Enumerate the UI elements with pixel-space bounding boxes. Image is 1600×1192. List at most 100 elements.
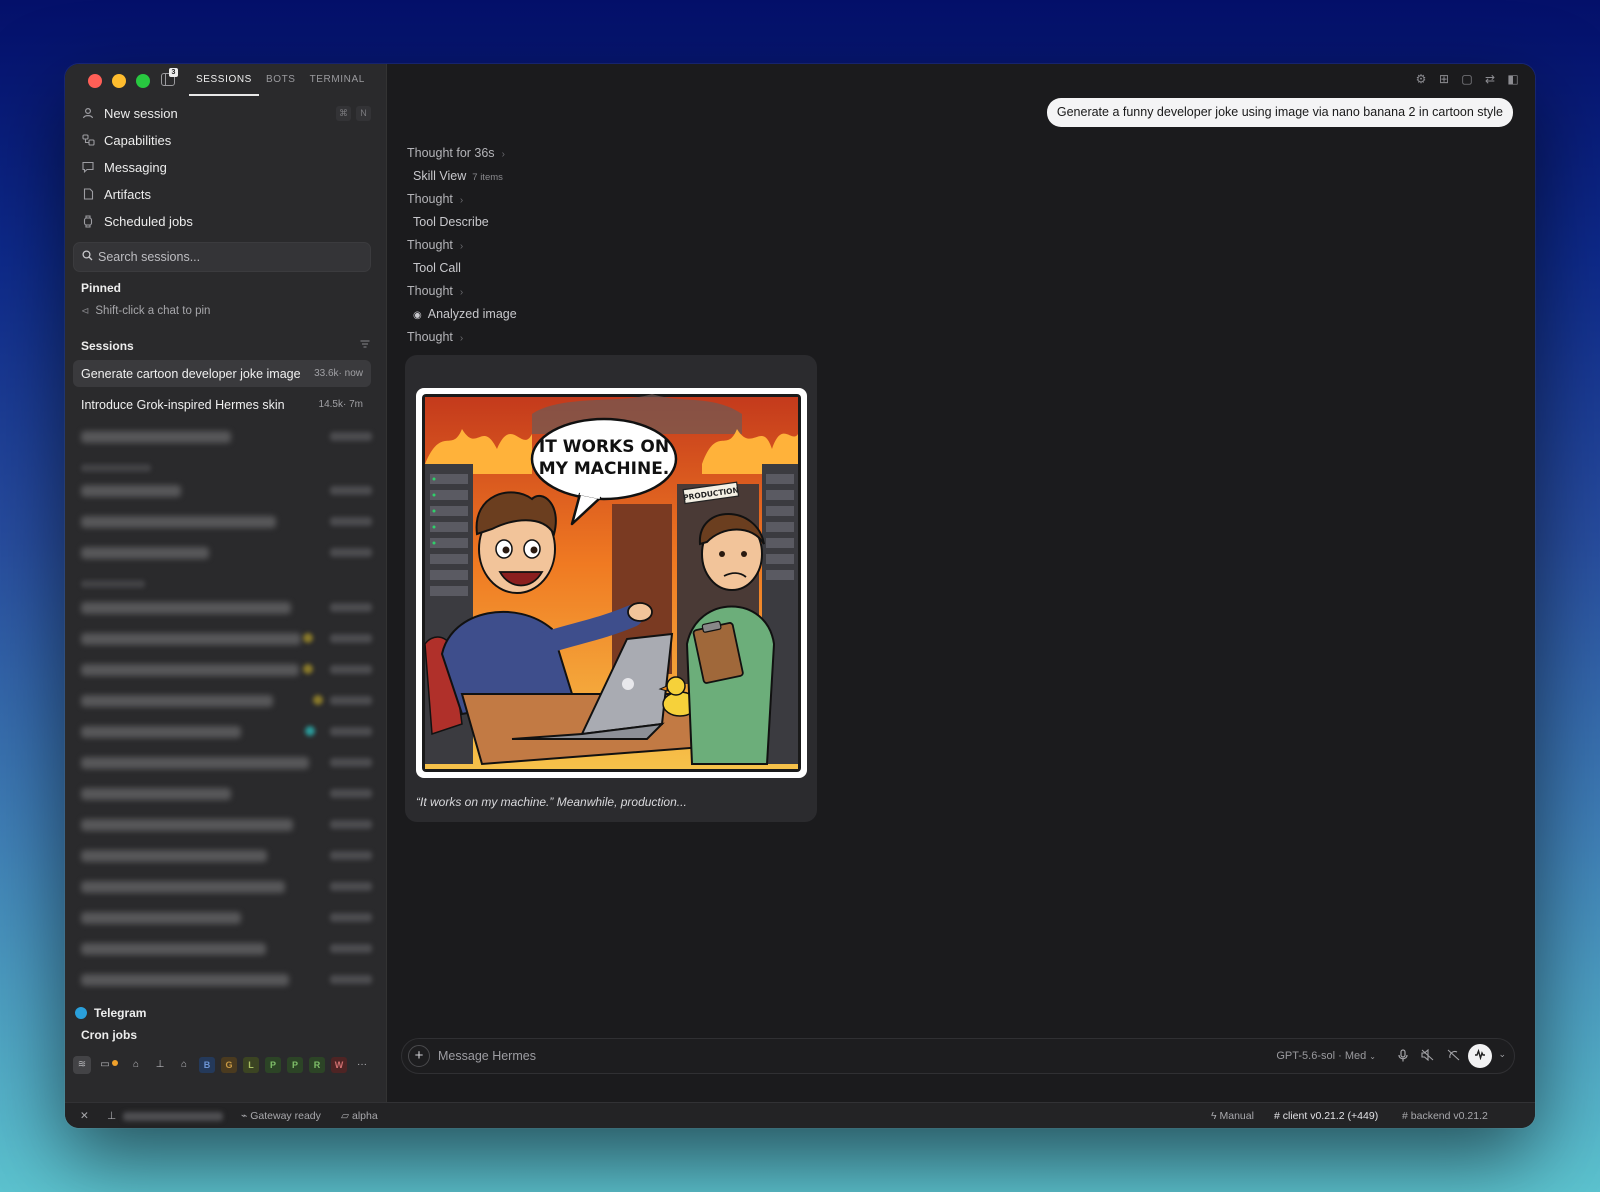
workspace-w[interactable]: W <box>331 1057 347 1073</box>
app-window: 3 SESSIONS BOTS TERMINAL New session ⌘ N <box>65 64 1535 1128</box>
minimize-window-button[interactable] <box>112 74 126 88</box>
send-button[interactable] <box>1468 1044 1492 1068</box>
speech-line-1: IT WORKS ON <box>539 437 669 457</box>
sidebar-item-capabilities[interactable]: Capabilities <box>73 127 379 154</box>
redacted-session[interactable] <box>81 485 181 497</box>
thought-toggle[interactable]: Thought › <box>407 238 463 252</box>
redacted-session[interactable] <box>81 726 241 738</box>
sidebar-item-artifacts[interactable]: Artifacts <box>73 181 379 208</box>
filter-icon[interactable] <box>360 339 370 351</box>
session-item[interactable]: Introduce Grok-inspired Hermes skin 14.5… <box>73 391 371 418</box>
thought-toggle[interactable]: Thought for 36s › <box>407 146 505 160</box>
monitor-icon[interactable]: ▭ <box>97 1056 121 1074</box>
model-selector[interactable]: GPT-5.6-sol · Med ⌄ <box>1276 1050 1376 1062</box>
tool-step[interactable]: Tool Call <box>413 261 461 275</box>
home-icon[interactable]: ⌂ <box>127 1056 145 1074</box>
item-count: 7 items <box>472 172 503 183</box>
new-session-button[interactable]: New session ⌘ N <box>73 100 379 127</box>
redacted-meta <box>330 975 372 984</box>
thought-toggle[interactable]: Thought › <box>407 330 463 344</box>
search-input[interactable] <box>98 243 358 271</box>
top-toolbar: ⚙ ⊞ ▢ ⇄ ◧ <box>1415 72 1519 86</box>
message-input[interactable] <box>438 1039 1218 1073</box>
folder-icon: ▱ <box>341 1110 350 1122</box>
swap-icon[interactable]: ⇄ <box>1484 72 1496 86</box>
redacted-session[interactable] <box>81 664 299 676</box>
cron-label: Cron jobs <box>81 1028 137 1042</box>
settings-icon[interactable]: ⚙ <box>1415 72 1427 86</box>
redacted-meta <box>330 432 372 441</box>
sidebar-item-telegram[interactable]: Telegram <box>75 1006 147 1020</box>
hash-icon: # <box>1274 1110 1280 1122</box>
sidebar-nav: New session ⌘ N Capabilities Messaging A… <box>73 100 379 235</box>
pin-icon[interactable]: ⊥ <box>151 1056 169 1074</box>
sidebar-tabs: SESSIONS BOTS TERMINAL <box>189 64 372 96</box>
layers-icon[interactable]: ≋ <box>73 1056 91 1074</box>
pin-hint-text: Shift-click a chat to pin <box>95 305 211 317</box>
microphone-icon[interactable] <box>1398 1049 1408 1065</box>
tool-step[interactable]: Skill View 7 items <box>413 169 503 183</box>
message-composer: + GPT-5.6-sol · Med ⌄ ⌄ <box>401 1038 1515 1074</box>
more-icon[interactable]: ··· <box>353 1056 371 1074</box>
redacted-session[interactable] <box>81 974 289 986</box>
redacted-dot <box>313 695 323 705</box>
redacted-session[interactable] <box>81 547 209 559</box>
redacted-session[interactable] <box>81 602 291 614</box>
redacted-session[interactable] <box>81 943 266 955</box>
sidebar-item-messaging[interactable]: Messaging <box>73 154 379 181</box>
layout-icon[interactable]: ⊞ <box>1438 72 1450 86</box>
session-meta: 33.6k· now <box>314 368 363 379</box>
maximize-window-button[interactable] <box>136 74 150 88</box>
redacted-session[interactable] <box>81 633 301 645</box>
tab-terminal[interactable]: TERMINAL <box>303 64 372 96</box>
sidebar-item-cron-jobs[interactable]: Cron jobs <box>81 1028 137 1042</box>
session-item[interactable]: Generate cartoon developer joke image 33… <box>73 360 371 387</box>
mode-status[interactable]: ϟ Manual <box>1211 1110 1254 1122</box>
telegram-label: Telegram <box>94 1006 147 1020</box>
chevron-down-icon[interactable]: ⌄ <box>1498 1049 1506 1060</box>
trace-label: Thought <box>407 284 453 298</box>
workspace-p[interactable]: P <box>265 1057 281 1073</box>
redacted-session[interactable] <box>81 850 267 862</box>
workspace-p[interactable]: P <box>287 1057 303 1073</box>
pin-icon[interactable]: ⊥ <box>107 1110 116 1122</box>
gateway-status[interactable]: ⌁ Gateway ready <box>241 1110 321 1122</box>
workspace-g[interactable]: G <box>221 1057 237 1073</box>
tab-sessions[interactable]: SESSIONS <box>189 64 259 96</box>
nav-label: Artifacts <box>104 187 151 202</box>
client-version: # client v0.21.2 (+449) <box>1274 1110 1378 1122</box>
redacted-session[interactable] <box>81 431 231 443</box>
redacted-session[interactable] <box>81 695 273 707</box>
redacted-session[interactable] <box>81 516 276 528</box>
redacted-session[interactable] <box>81 788 231 800</box>
tool-step[interactable]: Tool Describe <box>413 215 489 229</box>
workspace-l[interactable]: L <box>243 1057 259 1073</box>
folder-status[interactable]: ▱ alpha <box>341 1110 378 1122</box>
voice-off-icon[interactable] <box>1447 1049 1460 1064</box>
pin-icon: ⊲ <box>81 306 90 317</box>
session-search <box>73 242 371 272</box>
redacted-session[interactable] <box>81 819 293 831</box>
bolt-icon: ϟ <box>1211 1110 1217 1122</box>
thought-toggle[interactable]: Thought › <box>407 284 463 298</box>
home-icon[interactable]: ⌂ <box>175 1056 193 1074</box>
close-window-button[interactable] <box>88 74 102 88</box>
panel-icon[interactable]: ◧ <box>1507 72 1519 86</box>
thought-toggle[interactable]: Thought › <box>407 192 463 206</box>
workspace-r[interactable]: R <box>309 1057 325 1073</box>
redacted-group-heading <box>81 464 151 472</box>
chat-icon[interactable]: ▢ <box>1461 72 1473 86</box>
sidebar-item-scheduled-jobs[interactable]: Scheduled jobs <box>73 208 379 235</box>
tab-bots[interactable]: BOTS <box>259 64 303 96</box>
add-attachment-button[interactable]: + <box>408 1045 430 1067</box>
nav-label: Scheduled jobs <box>104 214 193 229</box>
tool-step[interactable]: ◉ Analyzed image <box>413 307 517 321</box>
redacted-session[interactable] <box>81 757 309 769</box>
redacted-session[interactable] <box>81 912 241 924</box>
redacted-meta <box>330 789 372 798</box>
generated-image[interactable]: PRODUCTION IT WORKS ON MY MACHINE. <box>416 388 807 778</box>
workspace-b[interactable]: B <box>199 1057 215 1073</box>
tools-icon[interactable]: ✕ <box>80 1110 89 1122</box>
speaker-muted-icon[interactable] <box>1421 1048 1434 1064</box>
redacted-session[interactable] <box>81 881 285 893</box>
